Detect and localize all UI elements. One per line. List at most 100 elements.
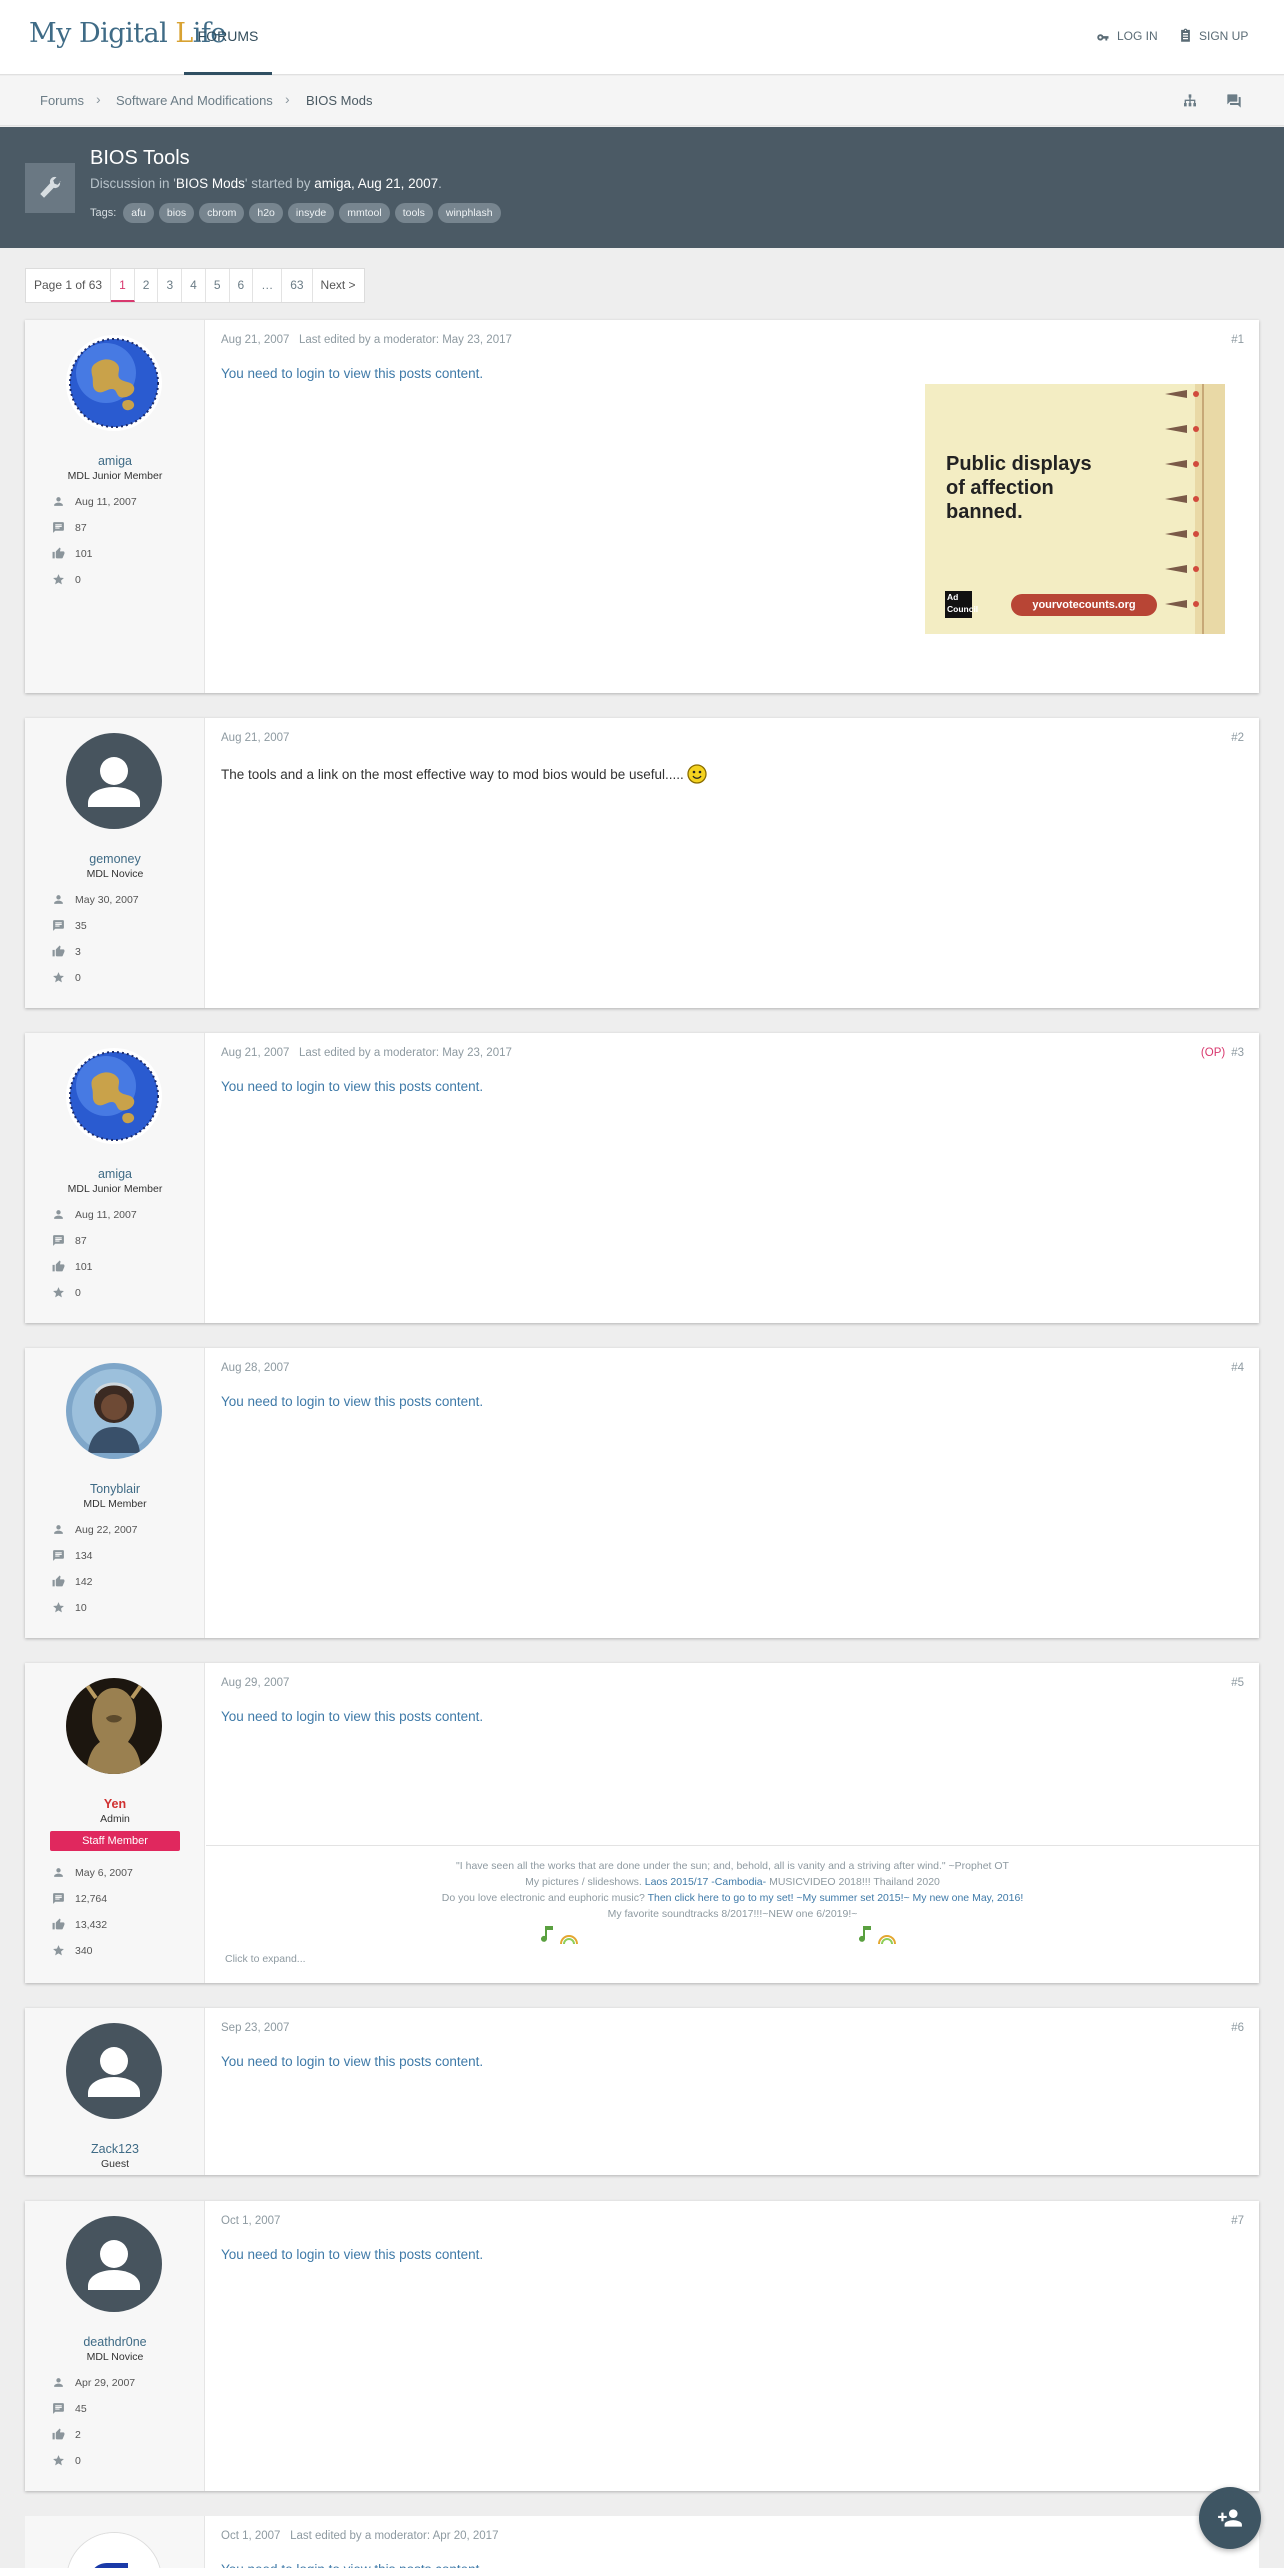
login-prompt[interactable]: You need to login to view this posts con… bbox=[221, 1079, 483, 1094]
user-icon bbox=[52, 495, 65, 508]
thumbs-up-icon bbox=[52, 1575, 65, 1588]
post-number[interactable]: #2 bbox=[1231, 732, 1244, 744]
next-page-button[interactable]: Next > bbox=[313, 269, 364, 302]
tag[interactable]: mmtool bbox=[339, 203, 390, 223]
username-link[interactable]: Yen bbox=[25, 1797, 205, 1811]
breadcrumb-forums[interactable]: Forums bbox=[40, 93, 84, 108]
tag[interactable]: tools bbox=[394, 203, 433, 223]
tag[interactable]: afu bbox=[123, 203, 154, 223]
username-link[interactable]: amiga bbox=[25, 454, 205, 468]
post-user-panel: gemoney MDL Novice May 30, 2007 35 3 0 bbox=[25, 718, 205, 1008]
username-link[interactable]: amiga bbox=[25, 1167, 205, 1181]
stat-value: 0 bbox=[75, 971, 81, 984]
tag[interactable]: winphlash bbox=[437, 203, 501, 223]
username-link[interactable]: gemoney bbox=[25, 852, 205, 866]
sig-link[interactable]: Then click here to go to my set! ~My sum… bbox=[648, 1892, 1024, 1904]
nav-tab-forums[interactable]: FORUMS bbox=[184, 0, 272, 75]
post-date[interactable]: Oct 1, 2007 Last edited by a moderator: … bbox=[221, 2530, 498, 2542]
user-avatar[interactable] bbox=[66, 335, 162, 431]
stat-messages: 134 bbox=[52, 1549, 93, 1562]
tag[interactable]: cbrom bbox=[199, 203, 245, 223]
post-number[interactable]: (OP) #3 bbox=[1201, 1047, 1244, 1059]
post-user-panel: amiga MDL Junior Member Aug 11, 2007 87 … bbox=[25, 1033, 205, 1323]
advertisement[interactable]: Public displays of affection banned. Ad Co… bbox=[925, 384, 1225, 634]
sig-text: MUSICVIDEO 2018!!! Thailand 2020 bbox=[766, 1876, 940, 1888]
message-icon bbox=[52, 1549, 65, 1562]
stat-joined: Aug 11, 2007 bbox=[52, 1208, 137, 1221]
post-date[interactable]: Aug 29, 2007 bbox=[221, 1677, 289, 1689]
user-avatar[interactable] bbox=[66, 733, 162, 829]
tag[interactable]: insyde bbox=[287, 203, 335, 223]
tag[interactable]: h2o bbox=[249, 203, 283, 223]
breadcrumb-bios-mods[interactable]: BIOS Mods bbox=[306, 93, 372, 108]
breadcrumb: Forums › Software And Modifications › BI… bbox=[0, 76, 1284, 126]
click-to-expand[interactable]: Click to expand... bbox=[225, 1953, 306, 1965]
page-ellipsis[interactable]: … bbox=[253, 269, 283, 302]
register-fab[interactable] bbox=[1199, 2487, 1261, 2549]
user-avatar[interactable] bbox=[66, 1048, 162, 1144]
page-link[interactable]: 6 bbox=[230, 269, 254, 302]
star-icon bbox=[52, 1944, 65, 1957]
stat-likes: 101 bbox=[52, 1260, 93, 1273]
post-number[interactable]: #7 bbox=[1231, 2215, 1244, 2227]
post-number[interactable]: #5 bbox=[1231, 1677, 1244, 1689]
thread-forum-link[interactable]: BIOS Mods bbox=[176, 176, 245, 191]
thread-author-link[interactable]: amiga bbox=[314, 176, 351, 191]
post-user-panel: Tonyblair MDL Member Aug 22, 2007 134 14… bbox=[25, 1348, 205, 1638]
page-link[interactable]: 63 bbox=[282, 269, 313, 302]
login-prompt[interactable]: You need to login to view this posts con… bbox=[221, 366, 483, 381]
thread-date[interactable]: Aug 21, 2007 bbox=[358, 176, 438, 191]
post-number[interactable]: #4 bbox=[1231, 1362, 1244, 1374]
post-date[interactable]: Sep 23, 2007 bbox=[221, 2022, 289, 2034]
login-prompt[interactable]: You need to login to view this posts con… bbox=[221, 1394, 483, 1409]
stat-value: 340 bbox=[75, 1944, 93, 1957]
post-number[interactable]: #1 bbox=[1231, 334, 1244, 346]
user-icon bbox=[52, 2376, 65, 2389]
post: Oct 1, 2007 Last edited by a moderator: … bbox=[25, 2516, 1259, 2568]
signup-link[interactable]: SIGN UP bbox=[1178, 28, 1248, 43]
login-prompt[interactable]: You need to login to view this posts con… bbox=[221, 2562, 483, 2568]
login-link[interactable]: LOG IN bbox=[1096, 28, 1158, 43]
stat-value: 3 bbox=[75, 945, 81, 958]
post-date[interactable]: Aug 21, 2007 Last edited by a moderator:… bbox=[221, 334, 512, 346]
message-icon bbox=[52, 1892, 65, 1905]
user-avatar[interactable] bbox=[66, 1363, 162, 1459]
post-date[interactable]: Aug 28, 2007 bbox=[221, 1362, 289, 1374]
user-avatar[interactable] bbox=[66, 2532, 162, 2568]
post-date[interactable]: Oct 1, 2007 bbox=[221, 2215, 280, 2227]
post-number[interactable]: #6 bbox=[1231, 2022, 1244, 2034]
page-link[interactable]: 2 bbox=[135, 269, 159, 302]
stat-likes: 3 bbox=[52, 945, 81, 958]
page-link[interactable]: 3 bbox=[158, 269, 183, 302]
tag[interactable]: bios bbox=[158, 203, 195, 223]
stat-joined: Apr 29, 2007 bbox=[52, 2376, 135, 2389]
star-icon bbox=[52, 1286, 65, 1299]
message-icon bbox=[52, 2402, 65, 2415]
sig-link[interactable]: Laos 2015/17 -Cambodia- bbox=[645, 1876, 766, 1888]
username-link[interactable]: deathdr0ne bbox=[25, 2335, 205, 2349]
meta-text: Discussion in ' bbox=[90, 176, 176, 191]
post-number-text: #3 bbox=[1231, 1047, 1244, 1059]
breadcrumb-software[interactable]: Software And Modifications bbox=[116, 93, 273, 108]
thumbs-up-icon bbox=[52, 1260, 65, 1273]
person-add-icon bbox=[1218, 2509, 1242, 2527]
user-avatar[interactable] bbox=[66, 2023, 162, 2119]
clipboard-icon bbox=[1181, 28, 1190, 42]
username-link[interactable]: Zack123 bbox=[25, 2142, 205, 2156]
user-avatar[interactable] bbox=[66, 1678, 162, 1774]
chat-icon[interactable] bbox=[1226, 93, 1242, 109]
page-link[interactable]: 5 bbox=[206, 269, 230, 302]
post-date[interactable]: Aug 21, 2007 Last edited by a moderator:… bbox=[221, 1047, 512, 1059]
login-prompt[interactable]: You need to login to view this posts con… bbox=[221, 2054, 483, 2069]
page-link[interactable]: 4 bbox=[182, 269, 206, 302]
page-link[interactable]: 1 bbox=[111, 269, 135, 302]
post-date[interactable]: Aug 21, 2007 bbox=[221, 732, 289, 744]
username-link[interactable]: Tonyblair bbox=[25, 1482, 205, 1496]
login-prompt[interactable]: You need to login to view this posts con… bbox=[221, 2247, 483, 2262]
user-avatar[interactable] bbox=[66, 2216, 162, 2312]
pagination: Page 1 of 63 1 2 3 4 5 6 … 63 Next > bbox=[25, 268, 365, 303]
sitemap-icon[interactable] bbox=[1182, 93, 1198, 109]
stat-likes: 142 bbox=[52, 1575, 93, 1588]
post-date-text: Aug 21, 2007 bbox=[221, 334, 290, 346]
login-prompt[interactable]: You need to login to view this posts con… bbox=[221, 1709, 483, 1724]
